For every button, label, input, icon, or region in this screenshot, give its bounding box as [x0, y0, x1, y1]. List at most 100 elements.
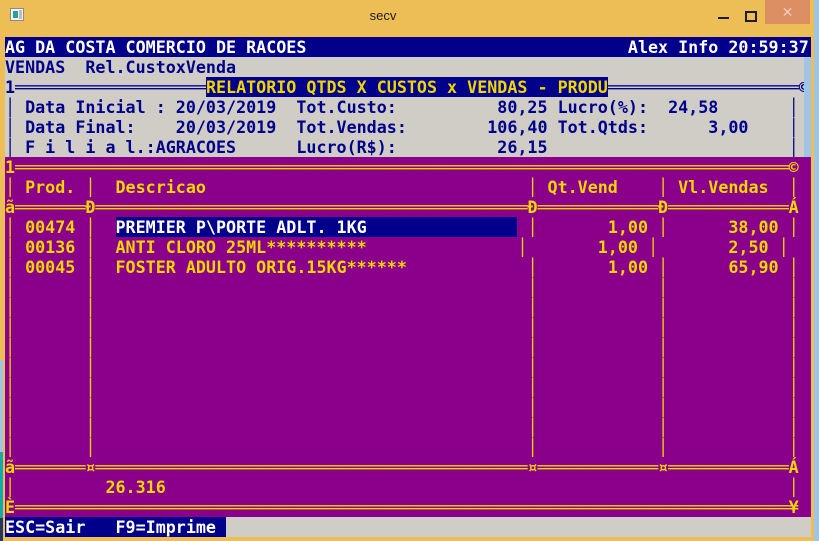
product-row-selected[interactable]: │ 00474 │ PREMIER P\PORTE ADLT. 1KG │ 1,… — [5, 217, 811, 237]
close-button[interactable]: ✕ — [765, 0, 810, 24]
menu-item-rel-custoxvenda[interactable]: Rel.CustoxVenda — [85, 57, 236, 77]
text-segment: │ — [788, 137, 799, 157]
text-segment — [206, 177, 528, 197]
text-segment: │ — [85, 297, 96, 317]
text-segment — [769, 177, 789, 197]
text-segment: │ — [5, 97, 26, 117]
text-segment — [75, 237, 85, 257]
border-tee-right: Á — [788, 197, 799, 217]
product-code: 00136 — [25, 237, 76, 257]
text-segment — [668, 317, 789, 337]
text-segment — [226, 517, 809, 537]
text-segment — [75, 257, 85, 277]
text-segment — [658, 237, 728, 257]
text-segment — [668, 177, 678, 197]
qty-sold: 1,00 — [607, 257, 648, 277]
text-segment — [668, 417, 789, 437]
text-segment: │ — [788, 377, 799, 397]
text-segment: │ — [527, 297, 538, 317]
text-segment — [15, 297, 85, 317]
text-segment — [648, 117, 708, 137]
text-segment: │ — [5, 277, 16, 297]
filter-row-data-final: │ Data Final: 20/03/2019 Tot.Vendas: 106… — [5, 117, 804, 137]
border-tee: Ð — [85, 197, 96, 217]
text-segment: │ — [5, 417, 16, 437]
report-title: RELATORIO QTDS X CUSTOS x VENDAS - PRODU — [205, 77, 608, 97]
window-title: secv — [369, 8, 397, 23]
text-segment — [407, 257, 518, 277]
border-line: ════════════════════════════════════════… — [15, 497, 789, 517]
text-segment — [799, 477, 809, 497]
text-segment: │ — [658, 297, 669, 317]
table-empty-row: │ │ │ │ │ — [5, 297, 811, 317]
text-segment: ═══════ — [15, 197, 86, 217]
text-segment: ════════════ — [537, 197, 659, 217]
border-corner-br: ¥ — [788, 497, 799, 517]
text-segment: │ — [658, 217, 669, 237]
text-segment — [799, 457, 809, 477]
text-segment: │ — [5, 237, 26, 257]
text-segment — [638, 237, 648, 257]
menu-row: VENDAS Rel.CustoxVenda — [5, 57, 804, 77]
border-corner-bl: È — [5, 497, 16, 517]
border-tee: Ð — [658, 197, 669, 217]
product-row[interactable]: │ 00136 │ ANTI CLORO 25ML********** │ 1,… — [5, 237, 811, 257]
text-segment: │ — [658, 277, 669, 297]
label-tot-qtds: Tot.Qtds: — [557, 117, 648, 137]
hint-esc-sair: ESC=Sair — [5, 517, 86, 537]
value-filial: AGRACOES — [155, 137, 237, 157]
text-segment — [668, 297, 789, 317]
text-segment: ════════════════════════════════════════… — [95, 457, 528, 477]
maximize-button[interactable] — [745, 11, 757, 22]
text-segment: │ — [5, 437, 16, 457]
text-segment — [548, 137, 789, 157]
text-segment — [799, 357, 809, 377]
border-tee: ¤ — [85, 457, 96, 477]
text-segment: │ — [658, 377, 669, 397]
text-segment: │ — [5, 377, 16, 397]
label-tot-vendas: Tot.Vendas: — [296, 117, 407, 137]
minimize-button[interactable] — [718, 17, 729, 19]
text-segment — [537, 257, 607, 277]
text-segment: │ — [5, 297, 16, 317]
border-corner-tr: © — [798, 77, 804, 97]
text-segment — [618, 177, 658, 197]
text-segment: │ — [788, 217, 799, 237]
text-segment — [668, 397, 789, 417]
border-line: ═══════════════════ — [15, 77, 206, 97]
table-header-separator: ã═══════Ð═══════════════════════════════… — [5, 197, 811, 217]
text-segment — [15, 357, 85, 377]
app-window: secv ✕ AG DA COSTA COMERCIO DE RACOES Al… — [0, 0, 814, 541]
product-row[interactable]: │ 00045 │ FOSTER ADULTO ORIG.15KG****** … — [5, 257, 811, 277]
text-segment — [397, 137, 497, 157]
text-segment — [648, 97, 668, 117]
border-corner-tr: © — [788, 157, 799, 177]
text-segment: │ — [5, 137, 26, 157]
text-segment: │ — [778, 237, 789, 257]
text-segment — [537, 217, 607, 237]
text-segment — [136, 117, 176, 137]
text-segment — [799, 177, 809, 197]
text-segment — [276, 117, 296, 137]
text-segment: │ — [527, 277, 538, 297]
text-segment: ════════════════════════════════════════… — [95, 197, 528, 217]
text-segment: │ — [85, 317, 96, 337]
border-tee-left: ã — [5, 197, 16, 217]
text-segment — [799, 377, 809, 397]
text-segment — [668, 377, 789, 397]
text-segment — [779, 217, 789, 237]
text-segment — [276, 97, 296, 117]
text-segment: │ — [788, 257, 799, 277]
menu-item-vendas[interactable]: VENDAS — [5, 57, 65, 77]
text-segment: │ — [648, 237, 659, 257]
sales-value: 2,50 — [728, 237, 769, 257]
text-segment — [306, 37, 628, 57]
text-segment — [799, 297, 809, 317]
text-segment: │ — [5, 477, 16, 497]
text-segment — [799, 417, 809, 437]
text-segment: │ — [658, 357, 669, 377]
text-segment — [769, 237, 779, 257]
text-segment: │ — [658, 417, 669, 437]
text-segment: │ — [85, 437, 96, 457]
text-segment: │ — [658, 437, 669, 457]
